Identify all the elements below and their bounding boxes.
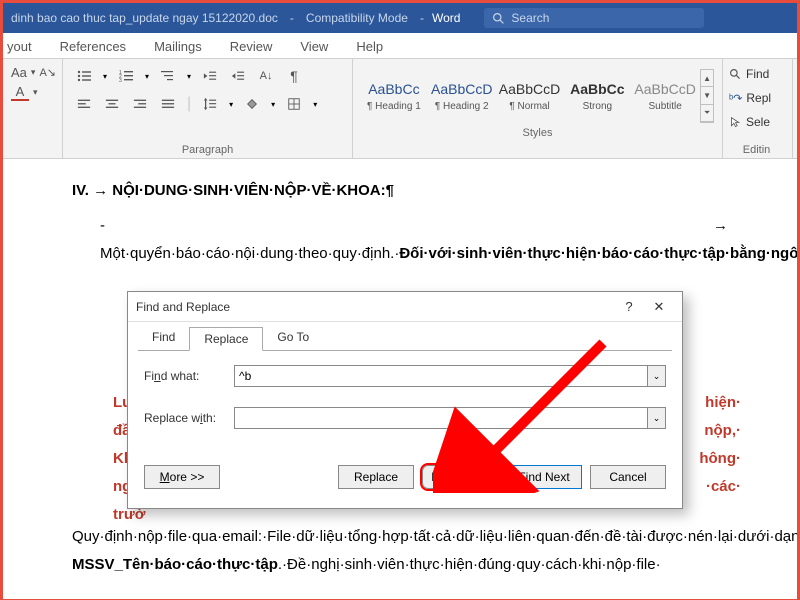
align-right-icon[interactable] — [131, 95, 149, 113]
font-group-label — [11, 142, 54, 156]
styles-gallery-scroll[interactable]: ▲▼⏷ — [700, 69, 714, 123]
document-filename: dinh bao cao thuc tap_update ngay 151220… — [3, 11, 286, 25]
increase-indent-icon[interactable] — [229, 67, 247, 85]
sort-icon[interactable]: A↓ — [257, 67, 275, 85]
borders-icon[interactable] — [285, 95, 303, 113]
cancel-button[interactable]: Cancel — [590, 465, 666, 489]
align-left-icon[interactable] — [75, 95, 93, 113]
find-what-field[interactable] — [235, 366, 647, 386]
more-button[interactable]: More >> — [144, 465, 220, 489]
tab-help[interactable]: Help — [342, 35, 397, 58]
replace-button[interactable]: Replace — [338, 465, 414, 489]
tab-replace[interactable]: Replace — [189, 327, 263, 351]
text-fragment: hiện· — [705, 389, 741, 418]
find-button[interactable]: Find — [729, 63, 784, 85]
svg-text:3: 3 — [119, 78, 122, 84]
replace-all-button[interactable]: Replace All — [422, 465, 498, 489]
font-color-icon[interactable]: A — [11, 83, 29, 101]
ribbon: Aa▾A↘ A▾ ▾ 123▾ ▾ A↓ ¶ | ▾ ▾ — [3, 59, 797, 159]
style-normal[interactable]: AaBbCcD¶ Normal — [497, 67, 563, 125]
clear-format-icon[interactable]: A↘ — [39, 66, 56, 79]
decrease-indent-icon[interactable] — [201, 67, 219, 85]
replace-button[interactable]: ᵇ↷Repl — [729, 87, 784, 109]
styles-group: AaBbCc¶ Heading 1 AaBbCcD¶ Heading 2 AaB… — [353, 59, 723, 158]
show-marks-icon[interactable]: ¶ — [285, 67, 303, 85]
title-bar: dinh bao cao thuc tap_update ngay 151220… — [3, 3, 797, 33]
styles-group-label: Styles — [361, 125, 714, 139]
dialog-tabs: Find Replace Go To — [128, 322, 682, 350]
bullets-icon[interactable] — [75, 67, 93, 85]
paragraph-group-label: Paragraph — [71, 142, 344, 156]
find-what-input[interactable]: ⌄ — [234, 365, 666, 387]
help-icon[interactable]: ? — [614, 299, 644, 314]
search-input[interactable] — [511, 11, 696, 25]
app-name: Word — [428, 11, 464, 25]
tab-goto[interactable]: Go To — [263, 326, 323, 350]
style-strong[interactable]: AaBbCcStrong — [564, 67, 630, 125]
text-fragment: hông· — [699, 445, 741, 474]
expand-gallery-icon[interactable]: ⏷ — [701, 105, 713, 122]
close-icon[interactable]: ✕ — [644, 299, 674, 315]
shading-icon[interactable] — [243, 95, 261, 113]
style-heading1[interactable]: AaBbCc¶ Heading 1 — [361, 67, 427, 125]
tab-mailings[interactable]: Mailings — [140, 35, 216, 58]
change-case-icon[interactable]: Aa — [11, 63, 27, 81]
ribbon-tabs: yout References Mailings Review View Hel… — [3, 33, 797, 59]
tab-review[interactable]: Review — [216, 35, 287, 58]
replace-with-label: Replace with: — [144, 411, 234, 425]
paragraph-group: ▾ 123▾ ▾ A↓ ¶ | ▾ ▾ ▾ Paragraph — [63, 59, 353, 158]
search-box[interactable] — [484, 8, 704, 28]
dialog-body: Find what: ⌄ Replace with: ⌄ — [138, 350, 672, 459]
text-fragment: nộp,· — [704, 417, 741, 446]
doc-paragraph: - → Một·quyển·báo·cáo·nội·dung·theo·quy·… — [72, 212, 728, 269]
replace-with-field[interactable] — [235, 408, 647, 428]
align-center-icon[interactable] — [103, 95, 121, 113]
chevron-down-icon[interactable]: ▼ — [701, 87, 713, 104]
style-subtitle[interactable]: AaBbCcDSubtitle — [632, 67, 698, 125]
dialog-title-text: Find and Replace — [136, 300, 614, 314]
justify-icon[interactable] — [159, 95, 177, 113]
font-group: Aa▾A↘ A▾ — [3, 59, 63, 158]
dropdown-icon[interactable]: ⌄ — [647, 366, 665, 386]
line-spacing-icon[interactable] — [201, 95, 219, 113]
dropdown-icon[interactable]: ⌄ — [647, 408, 665, 428]
tab-references[interactable]: References — [46, 35, 140, 58]
text-fragment: ·các· — [706, 473, 741, 502]
dialog-titlebar[interactable]: Find and Replace ? ✕ — [128, 292, 682, 322]
find-what-label: Find what: — [144, 369, 234, 383]
find-next-button[interactable]: Find Next — [506, 465, 582, 489]
tab-find[interactable]: Find — [138, 326, 189, 350]
replace-with-input[interactable]: ⌄ — [234, 407, 666, 429]
compatibility-mode: Compatibility Mode — [298, 11, 416, 25]
tab-layout[interactable]: yout — [3, 35, 46, 58]
multilevel-list-icon[interactable] — [159, 67, 177, 85]
style-heading2[interactable]: AaBbCcD¶ Heading 2 — [429, 67, 495, 125]
doc-heading: IV. → NỘI·DUNG·SINH·VIÊN·NỘP·VỀ·KHOA:¶ — [72, 177, 728, 206]
doc-paragraph: Quy·định·nộp·file·qua·email:·File·dữ·liệ… — [72, 523, 728, 580]
chevron-up-icon[interactable]: ▲ — [701, 70, 713, 87]
tab-view[interactable]: View — [286, 35, 342, 58]
numbering-icon[interactable]: 123 — [117, 67, 135, 85]
find-replace-dialog: Find and Replace ? ✕ Find Replace Go To … — [127, 291, 683, 509]
search-icon — [492, 12, 505, 25]
dialog-buttons: More >> Replace Replace All Find Next Ca… — [128, 459, 682, 489]
editing-group: Find ᵇ↷Repl Sele Editin — [723, 59, 793, 158]
editing-group-label: Editin — [729, 142, 784, 156]
select-button[interactable]: Sele — [729, 111, 784, 133]
